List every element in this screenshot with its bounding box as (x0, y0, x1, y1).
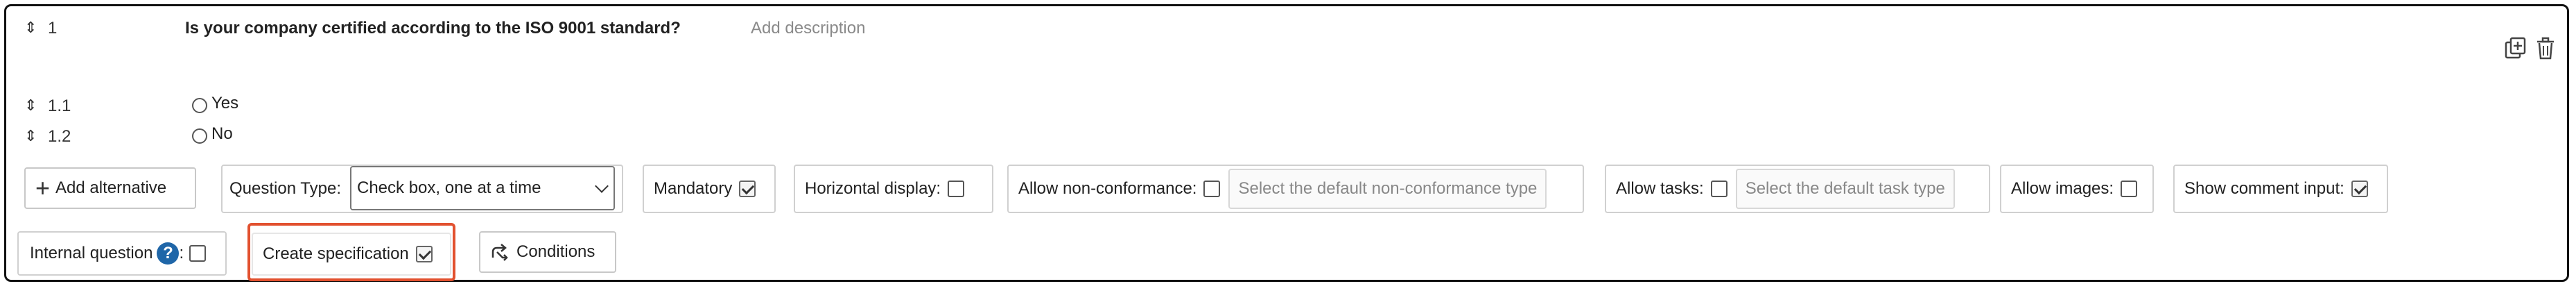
allow-nonconformance-group: Allow non-conformance: Select the defaul… (1007, 165, 1584, 213)
question-type-value: Check box, one at a time (357, 178, 541, 197)
description-input[interactable]: Add description (751, 19, 865, 38)
conditions-label: Conditions (516, 242, 595, 261)
allow-tasks-checkbox[interactable] (1710, 181, 1728, 197)
horizontal-display-label: Horizontal display: (805, 179, 941, 198)
chevron-down-icon (595, 179, 609, 193)
internal-question-suffix: : (179, 244, 184, 262)
horizontal-display-group: Horizontal display: (794, 165, 993, 213)
question-number: 1 (48, 19, 58, 37)
duplicate-icon[interactable] (2505, 37, 2527, 60)
mandatory-label: Mandatory (654, 179, 733, 198)
alternative-label[interactable]: Yes (211, 94, 238, 113)
alternative-radio[interactable] (192, 128, 207, 144)
internal-question-label: Internal question (30, 244, 153, 262)
drag-handle-icon[interactable]: ⇕ (24, 128, 37, 144)
alternative-radio[interactable] (192, 98, 207, 113)
plus-icon: + (35, 174, 51, 202)
allow-tasks-group: Allow tasks: Select the default task typ… (1605, 165, 1990, 213)
help-icon[interactable]: ? (157, 242, 180, 265)
allow-images-group: Allow images: (2000, 165, 2154, 213)
drag-handle-icon[interactable]: ⇕ (24, 20, 37, 35)
allow-nonconformance-label: Allow non-conformance: (1018, 179, 1197, 198)
task-type-select[interactable]: Select the default task type (1735, 169, 1955, 209)
conditions-button[interactable]: Conditions (479, 231, 616, 273)
allow-images-label: Allow images: (2011, 179, 2114, 198)
question-card: ⇕ 1 Is your company certified according … (4, 4, 2569, 282)
add-alternative-label: Add alternative (55, 178, 167, 197)
allow-images-checkbox[interactable] (2121, 181, 2138, 197)
nonconformance-type-select[interactable]: Select the default non-conformance type (1228, 169, 1547, 209)
question-type-select[interactable]: Check box, one at a time (350, 166, 615, 210)
allow-tasks-label: Allow tasks: (1616, 179, 1704, 198)
show-comment-label: Show comment input: (2184, 179, 2344, 198)
highlight-outline (247, 223, 455, 281)
add-alternative-button[interactable]: + Add alternative (24, 167, 196, 209)
question-text[interactable]: Is your company certified according to t… (185, 19, 681, 38)
horizontal-display-checkbox[interactable] (948, 181, 965, 197)
mandatory-group: Mandatory (643, 165, 776, 213)
show-comment-checkbox[interactable] (2351, 181, 2368, 197)
drag-handle-icon[interactable]: ⇕ (24, 98, 37, 113)
internal-question-group: Internal question ? : (17, 231, 227, 276)
alternative-number: 1.2 (48, 127, 71, 146)
show-comment-group: Show comment input: (2173, 165, 2388, 213)
alternative-number: 1.1 (48, 97, 71, 115)
allow-nonconformance-checkbox[interactable] (1203, 181, 1221, 197)
alternative-label[interactable]: No (211, 124, 233, 144)
trash-icon[interactable] (2535, 37, 2557, 60)
internal-question-checkbox[interactable] (189, 245, 207, 262)
branch-icon (490, 242, 510, 262)
mandatory-checkbox[interactable] (739, 181, 756, 197)
question-type-label: Question Type: (229, 179, 341, 198)
